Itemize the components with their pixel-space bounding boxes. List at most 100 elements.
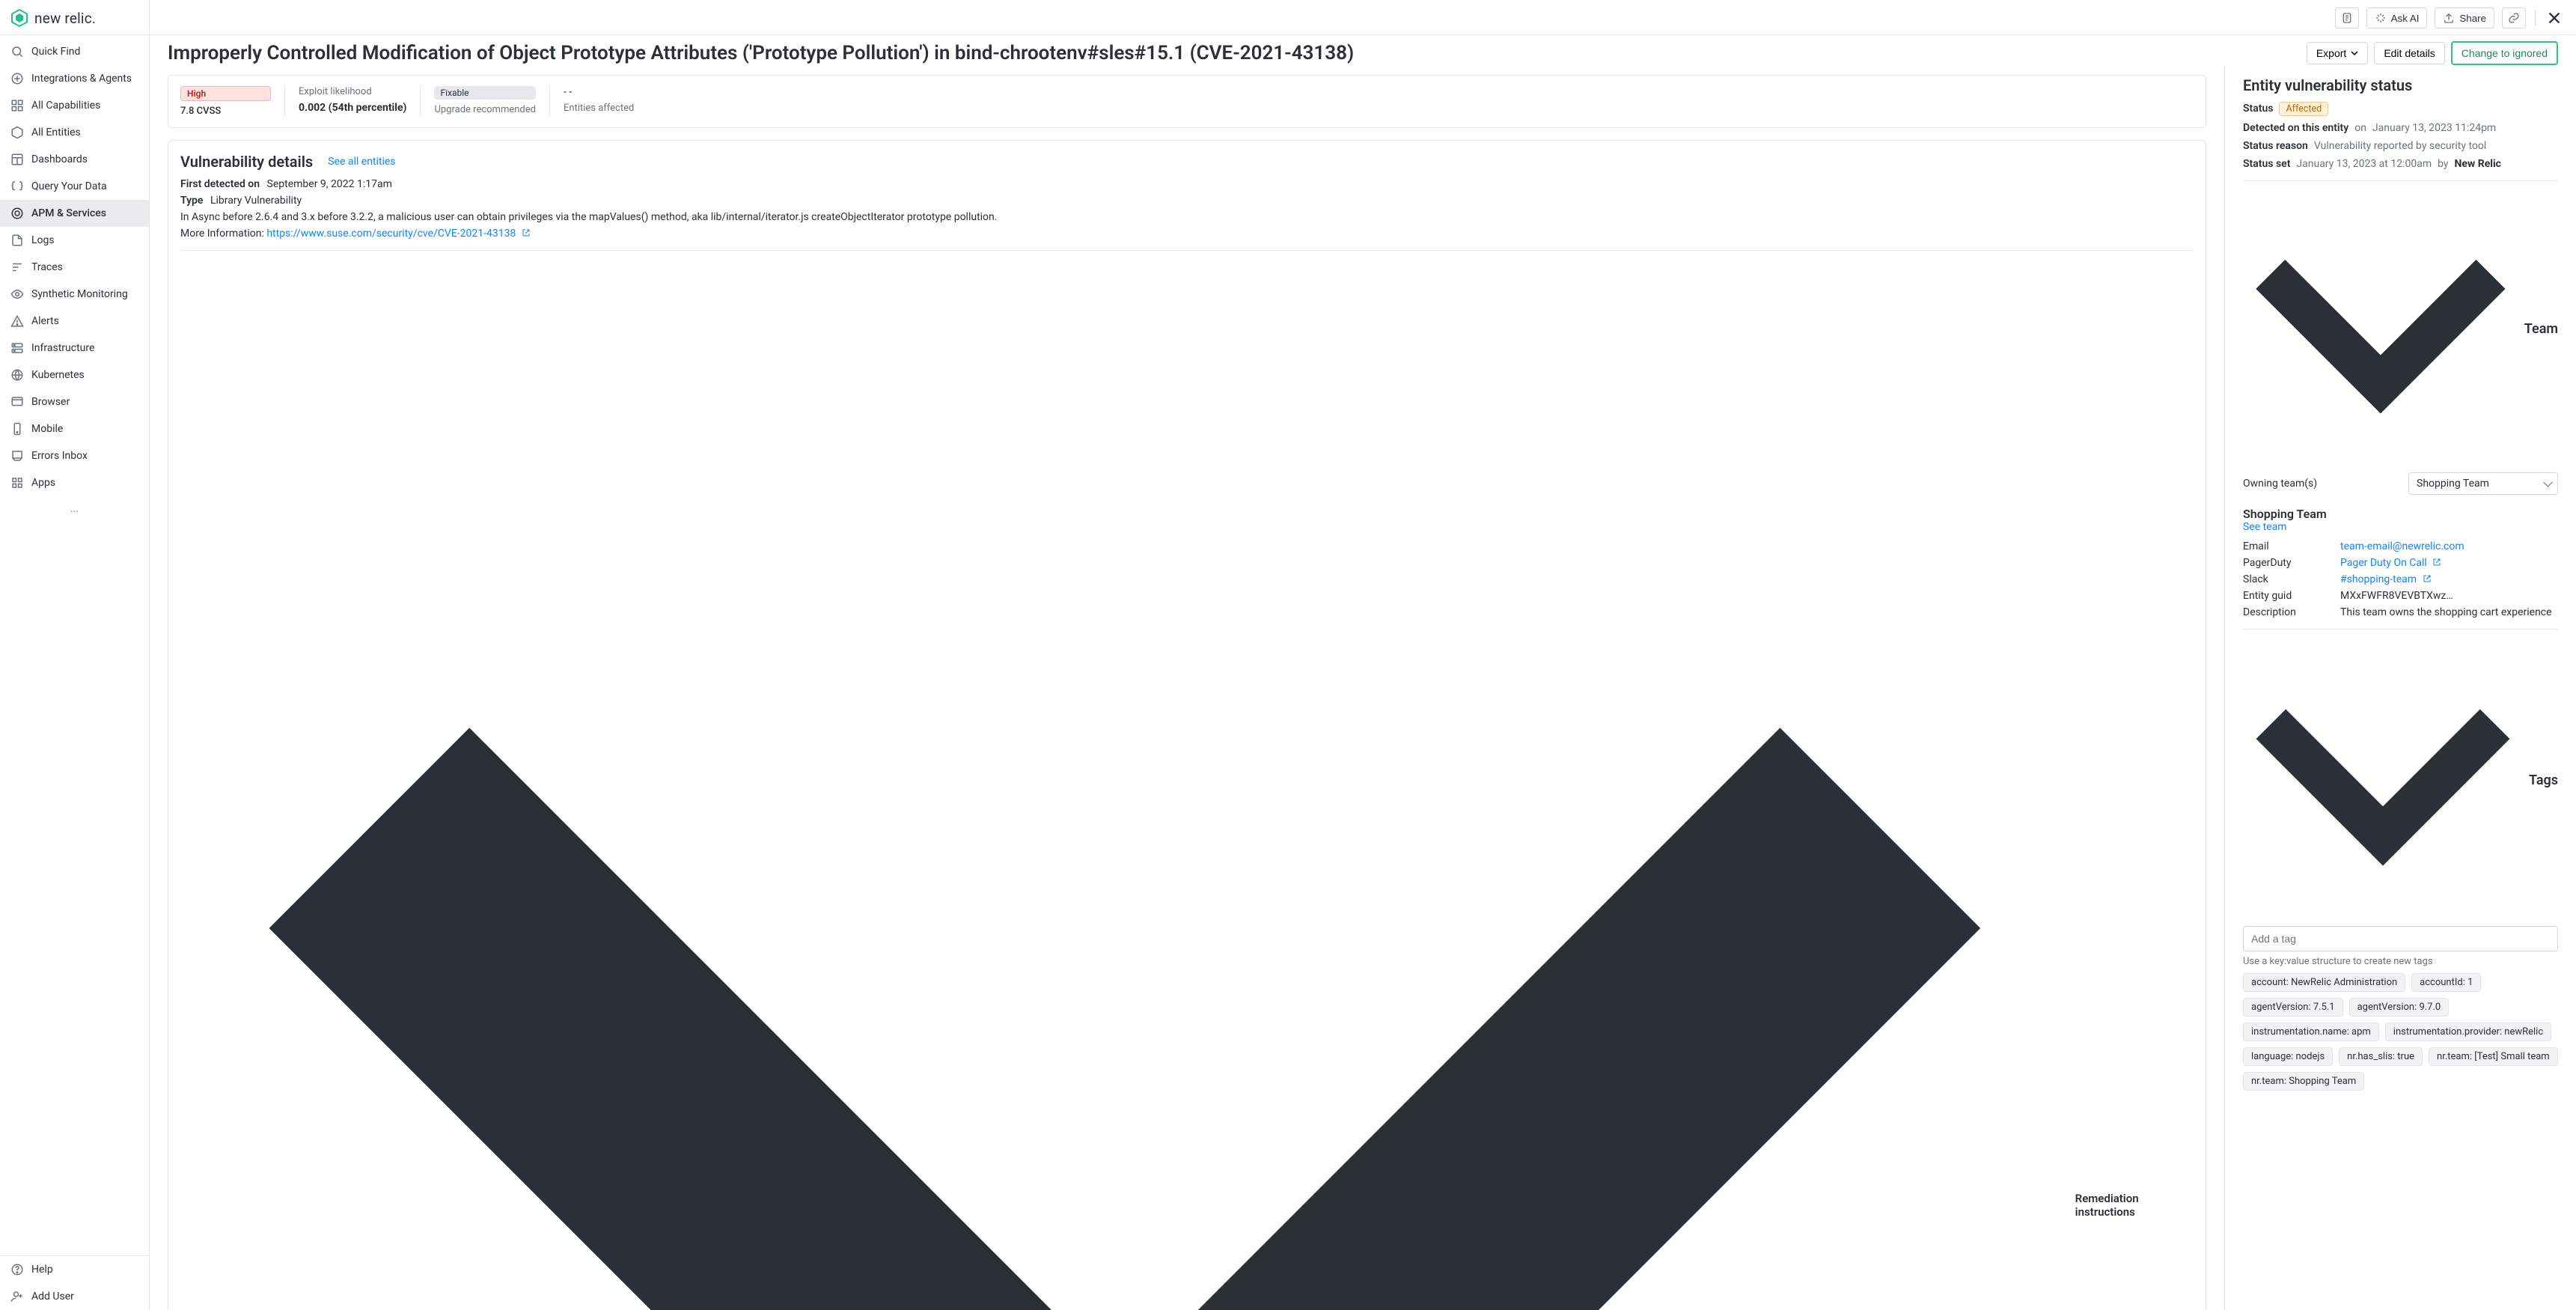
sidebar-more[interactable]: ...: [0, 496, 149, 522]
add-tag-input[interactable]: [2243, 926, 2558, 951]
change-label: Change to ignored: [2461, 47, 2548, 59]
type-value: Library Vulnerability: [210, 195, 302, 207]
team-desc-row: Description This team owns the shopping …: [2243, 606, 2558, 618]
brand-logo[interactable]: new relic.: [0, 0, 149, 35]
sidebar-item-apps[interactable]: Apps: [0, 469, 149, 496]
team-pagerduty-row: PagerDuty Pager Duty On Call: [2243, 557, 2558, 569]
team-toggle[interactable]: Team: [2243, 192, 2558, 467]
moreinfo-link-text: https://www.suse.com/security/cve/CVE-20…: [266, 228, 516, 240]
sidebar-item-query-data[interactable]: Query Your Data: [0, 173, 149, 200]
sidebar-bottom: Help Add User: [0, 1255, 149, 1310]
external-link-icon: [522, 228, 531, 237]
tags-list: account: NewRelic Administration accountI…: [2243, 973, 2558, 1091]
tag-chip[interactable]: nr.team: [Test] Small team: [2429, 1047, 2558, 1066]
tag-chip[interactable]: account: NewRelic Administration: [2243, 973, 2405, 992]
affected-cell: - - Entities affected: [564, 86, 668, 117]
severity-cell: High 7.8 CVSS: [180, 86, 285, 117]
details-column[interactable]: High 7.8 CVSS Exploit likelihood 0.002 (…: [150, 66, 2224, 1310]
moreinfo-link[interactable]: https://www.suse.com/security/cve/CVE-20…: [266, 228, 531, 240]
pd-link[interactable]: Pager Duty On Call: [2340, 557, 2558, 569]
moreinfo-label: More Information:: [180, 228, 264, 240]
copy-link-button[interactable]: [2502, 7, 2526, 28]
page-header: Improperly Controlled Modification of Ob…: [150, 35, 2576, 66]
see-team-link[interactable]: See team: [2243, 521, 2287, 533]
divider: [2243, 629, 2558, 630]
page-title: Improperly Controlled Modification of Ob…: [168, 41, 1354, 66]
sidebar-item-integrations[interactable]: Integrations & Agents: [0, 65, 149, 92]
tag-chip[interactable]: accountId: 1: [2411, 973, 2481, 992]
browser-icon: [10, 395, 24, 409]
status-set-row: Status set January 13, 2023 at 12:00am b…: [2243, 158, 2558, 170]
tag-chip[interactable]: nr.team: Shopping Team: [2243, 1072, 2364, 1091]
remediation-toggle[interactable]: Remediation instructions: [180, 261, 2194, 1310]
tag-chip[interactable]: agentVersion: 9.7.0: [2349, 998, 2450, 1017]
sidebar-item-label: Help: [31, 1264, 53, 1276]
sidebar-item-capabilities[interactable]: All Capabilities: [0, 92, 149, 119]
team-email-row: Email team-email@newrelic.com: [2243, 540, 2558, 552]
sidebar-item-synthetics[interactable]: Synthetic Monitoring: [0, 281, 149, 308]
doc-icon-button[interactable]: [2335, 7, 2359, 28]
summary-card: High 7.8 CVSS Exploit likelihood 0.002 (…: [168, 75, 2206, 128]
first-detected-row: First detected on September 9, 2022 1:17…: [180, 178, 2194, 190]
tag-chip[interactable]: language: nodejs: [2243, 1047, 2333, 1066]
chevron-down-icon: [2243, 192, 2518, 467]
sidebar-item-dashboards[interactable]: Dashboards: [0, 146, 149, 173]
sidebar-item-logs[interactable]: Logs: [0, 227, 149, 254]
owning-team-select[interactable]: Shopping Team: [2408, 472, 2558, 495]
status-set-when: January 13, 2023 at 12:00am: [2296, 158, 2432, 170]
sidebar-item-label: Quick Find: [31, 46, 80, 58]
external-link-icon: [2432, 558, 2441, 567]
edit-details-button[interactable]: Edit details: [2374, 42, 2444, 64]
sidebar-item-browser[interactable]: Browser: [0, 389, 149, 415]
status-reason-value: Vulnerability reported by security tool: [2314, 140, 2486, 152]
close-button[interactable]: [2545, 8, 2564, 28]
sidebar-item-label: Dashboards: [31, 153, 88, 165]
right-column[interactable]: Entity vulnerability status Status Affec…: [2224, 66, 2576, 1310]
status-row: Status Affected: [2243, 102, 2558, 116]
sidebar-item-quick-find[interactable]: Quick Find: [0, 38, 149, 65]
external-link-icon: [2423, 574, 2432, 583]
ask-ai-label: Ask AI: [2391, 13, 2420, 24]
change-to-ignored-button[interactable]: Change to ignored: [2451, 41, 2558, 65]
sidebar-item-label: Mobile: [31, 423, 63, 435]
sidebar-item-apm[interactable]: APM & Services: [0, 200, 149, 227]
sidebar-item-traces[interactable]: Traces: [0, 254, 149, 281]
sidebar-item-entities[interactable]: All Entities: [0, 119, 149, 146]
cvss-value: 7.8 CVSS: [180, 106, 221, 117]
sidebar-item-add-user[interactable]: Add User: [0, 1283, 149, 1310]
sidebar-item-label: Synthetic Monitoring: [31, 288, 128, 300]
tag-chip[interactable]: agentVersion: 7.5.1: [2243, 998, 2343, 1017]
tags-toggle[interactable]: Tags: [2243, 640, 2558, 920]
share-button[interactable]: Share: [2435, 7, 2494, 28]
eye-icon: [10, 287, 24, 301]
ask-ai-button[interactable]: Ask AI: [2366, 7, 2428, 28]
tag-chip[interactable]: instrumentation.provider: newRelic: [2385, 1023, 2551, 1041]
tag-chip[interactable]: instrumentation.name: apm: [2243, 1023, 2379, 1041]
email-link[interactable]: team-email@newrelic.com: [2340, 540, 2558, 552]
export-dropdown[interactable]: Export: [2307, 42, 2368, 64]
moreinfo-row: More Information: https://www.suse.com/s…: [180, 228, 2194, 240]
status-affected-pill: Affected: [2279, 102, 2328, 116]
sidebar-item-help[interactable]: Help: [0, 1256, 149, 1283]
sidebar-item-kubernetes[interactable]: Kubernetes: [0, 362, 149, 389]
sidebar-item-infrastructure[interactable]: Infrastructure: [0, 335, 149, 362]
see-all-entities-link[interactable]: See all entities: [328, 156, 395, 168]
slack-link[interactable]: #shopping-team: [2340, 573, 2558, 585]
sidebar-item-mobile[interactable]: Mobile: [0, 415, 149, 442]
sidebar-item-errors-inbox[interactable]: Errors Inbox: [0, 442, 149, 469]
sidebar-item-label: Query Your Data: [31, 180, 107, 192]
export-label: Export: [2316, 47, 2346, 59]
status-heading: Entity vulnerability status: [2243, 76, 2558, 94]
type-label: Type: [180, 195, 203, 207]
sidebar-item-alerts[interactable]: Alerts: [0, 308, 149, 335]
sidebar-item-label: Apps: [31, 477, 55, 489]
status-reason-row: Status reason Vulnerability reported by …: [2243, 140, 2558, 152]
main: Ask AI Share Improperly Controlled Modif…: [150, 0, 2576, 1310]
tag-chip[interactable]: nr.has_slis: true: [2339, 1047, 2423, 1066]
slack-link-text: #shopping-team: [2340, 573, 2417, 585]
fixable-badge: Fixable: [434, 86, 536, 100]
sidebar-item-label: Alerts: [31, 315, 59, 327]
ellipsis-icon: ...: [70, 503, 79, 515]
share-label: Share: [2459, 13, 2486, 24]
search-icon: [10, 45, 24, 58]
